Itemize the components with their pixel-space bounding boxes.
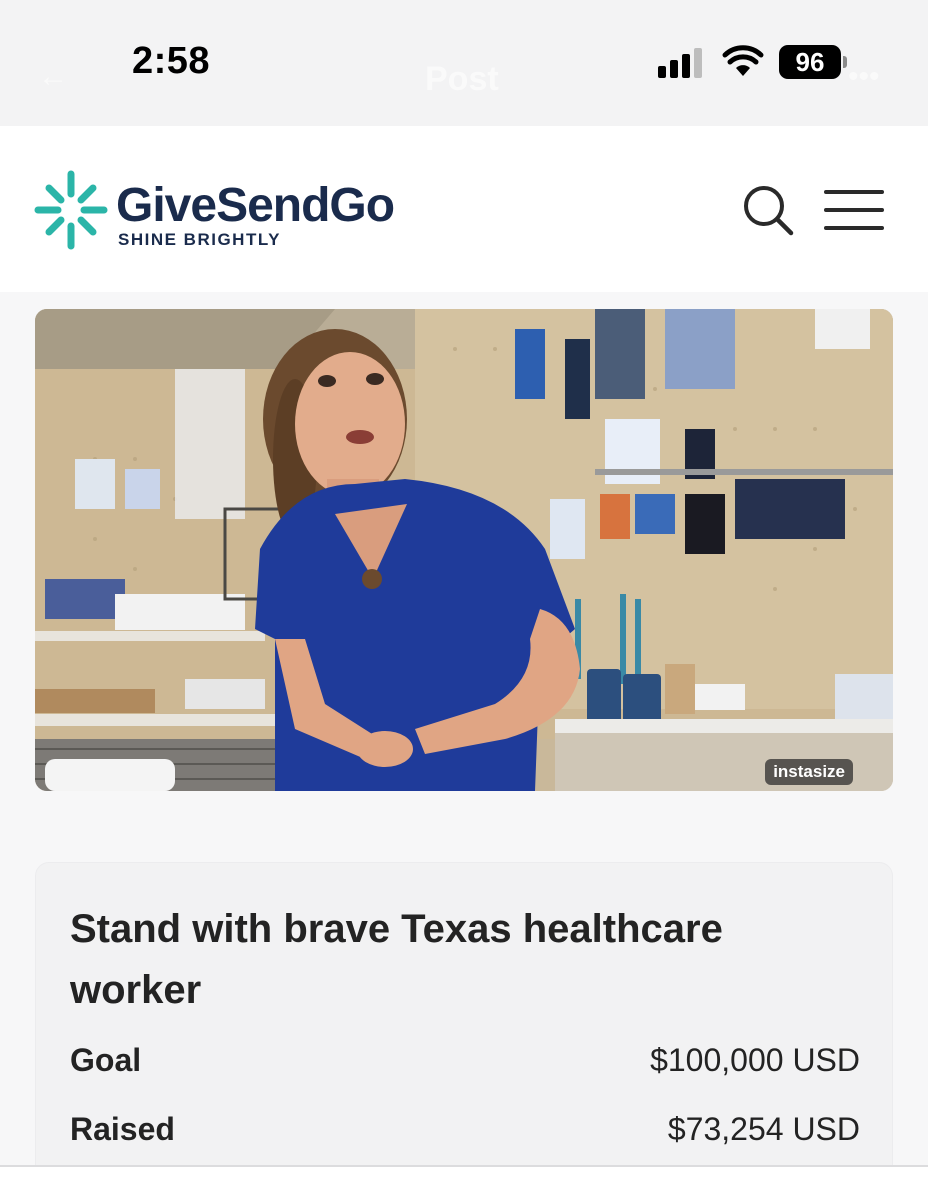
campaign-hero-image[interactable]: instasize (35, 309, 893, 791)
ghost-page-title: Post (425, 60, 499, 98)
brand-tagline: SHINE BRIGHTLY (118, 230, 282, 249)
instasize-watermark: instasize (765, 759, 853, 785)
brand-name[interactable]: GiveSendGo (116, 178, 395, 233)
bottom-area (0, 1167, 928, 1200)
wifi-icon (722, 45, 764, 76)
more-icon: ••• (848, 60, 880, 93)
cellular-signal-icon (658, 48, 702, 78)
raised-row: Raised $73,254 USD (70, 1107, 860, 1151)
goal-label: Goal (70, 1041, 142, 1078)
goal-value: $100,000 USD (650, 1041, 860, 1078)
campaign-card: Stand with brave Texas healthcare worker… (35, 862, 893, 1182)
sparkle-logo-icon[interactable] (34, 170, 108, 250)
battery-level: 96 (795, 46, 825, 77)
status-time: 2:58 (132, 40, 211, 82)
raised-label: Raised (70, 1110, 175, 1147)
campaign-title[interactable]: Stand with brave Texas healthcare worker (70, 899, 830, 1021)
battery-indicator: 96 (779, 45, 841, 79)
status-bar: ← 2:58 Post ••• 96 (0, 0, 928, 126)
hamburger-menu-icon[interactable] (824, 188, 886, 232)
site-header: GiveSendGo SHINE BRIGHTLY (0, 126, 928, 292)
search-icon[interactable] (740, 182, 796, 238)
store-aisle-photo (35, 309, 893, 791)
raised-value: $73,254 USD (667, 1110, 860, 1147)
back-arrow-icon: ← (38, 60, 68, 93)
battery-tip (843, 56, 847, 68)
goal-row: Goal $100,000 USD (70, 1038, 860, 1082)
